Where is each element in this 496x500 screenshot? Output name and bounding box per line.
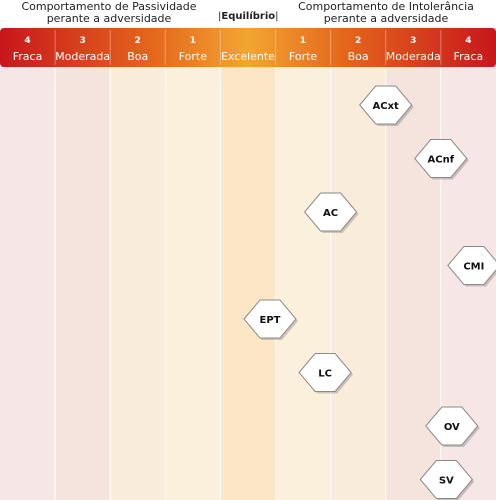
scale-column-6 [275, 67, 332, 500]
scale-category-label: Forte [289, 50, 318, 63]
scale-column-5 [220, 67, 276, 500]
scale-level-label: 1 [190, 36, 196, 46]
scale-chart: 4 Fraca 3 Moderada 2 Boa 1 Forte Excelente 1 Forte… [0, 30, 496, 500]
scale-column-2 [55, 67, 111, 500]
scale-level-label: 3 [410, 36, 416, 46]
scale-level-label: 4 [465, 36, 471, 46]
scale-level-label: 1 [300, 36, 306, 46]
scale-category-label: Forte [179, 50, 208, 63]
scale-category-label: Boa [127, 50, 148, 63]
scale-category-label: Boa [348, 50, 369, 63]
scale-category-label: Fraca [454, 50, 484, 63]
scale-column-3 [110, 67, 166, 500]
scale-column-4 [165, 67, 221, 500]
scale-level-label: 3 [80, 36, 86, 46]
point-label: EPT [259, 315, 280, 326]
scale-level-label: 2 [135, 36, 141, 46]
point-label: OV [444, 422, 460, 433]
scale-column-1 [0, 67, 56, 500]
scale-category-label: Moderada [55, 50, 110, 63]
point-label: SV [439, 476, 454, 487]
point-label: LC [318, 369, 332, 380]
scale-column-7 [330, 67, 387, 500]
point-label: AC [323, 208, 338, 219]
scale-category-label: Moderada [386, 50, 441, 63]
scale-category-label: Fraca [13, 50, 43, 63]
scale-category-label: Excelente [221, 50, 275, 63]
scale-level-label: 2 [355, 36, 361, 46]
point-label: CMI [463, 262, 484, 273]
point-label: ACxt [373, 101, 400, 112]
scale-level-label: 4 [24, 36, 30, 46]
point-label: ACnf [428, 155, 455, 166]
